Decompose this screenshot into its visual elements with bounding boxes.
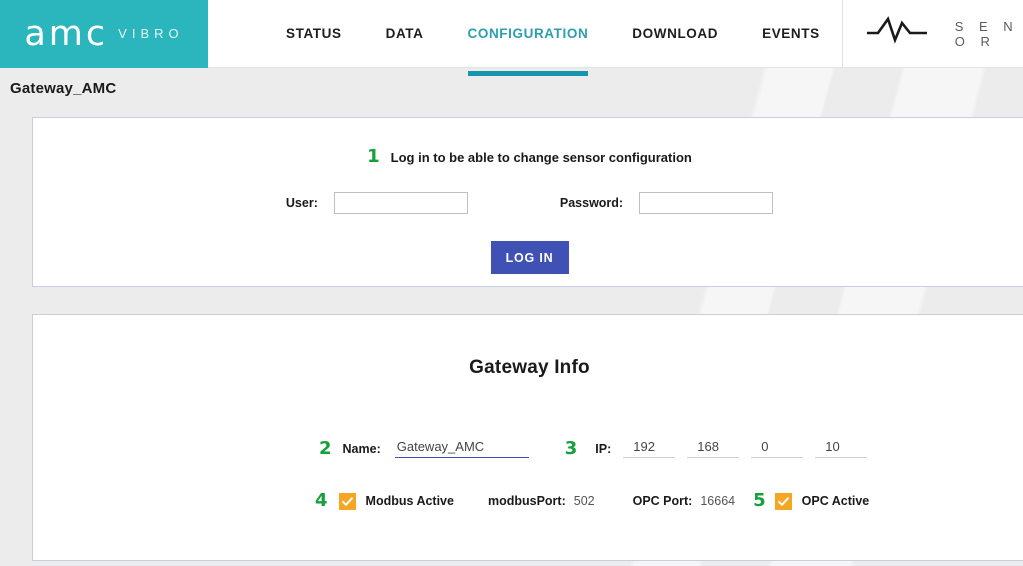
check-icon (341, 496, 353, 506)
annotation-marker-2: 2 (319, 437, 332, 459)
gateway-info-title: Gateway Info (469, 357, 590, 378)
nav-item-configuration[interactable]: CONFIGURATION (446, 0, 611, 76)
annotation-marker-3: 3 (564, 437, 578, 459)
gateway-ip-label: IP: (595, 441, 612, 456)
main-navigation: STATUS DATA CONFIGURATION DOWNLOAD EVENT… (208, 0, 842, 76)
ip-octet-3-input[interactable] (751, 439, 804, 458)
modbus-active-checkbox[interactable] (338, 492, 356, 510)
nav-item-events[interactable]: EVENTS (740, 0, 842, 68)
login-headline-row: 1 Log in to be able to change sensor con… (33, 148, 1023, 166)
logo-sub-text: VIBRO (118, 25, 184, 41)
waveform-icon (865, 14, 937, 53)
gateway-info-panel: Gateway Info 2 Name: 3 IP: 4 Modbus Acti… (32, 314, 1023, 561)
gateway-protocol-row: 4 Modbus Active modbusPort: 502 OPC Port… (33, 492, 1023, 510)
opc-port-value: 16664 (700, 494, 736, 508)
ip-octet-4-input[interactable] (815, 439, 868, 458)
annotation-marker-4: 4 (315, 490, 328, 511)
modbus-port-label: modbusPort: (487, 494, 566, 508)
modbus-port-value: 502 (573, 494, 595, 508)
modbus-active-label: Modbus Active (365, 494, 454, 508)
user-input[interactable] (333, 192, 468, 214)
nav-item-data[interactable]: DATA (364, 0, 446, 68)
ip-octet-2-input[interactable] (687, 439, 740, 458)
nav-item-download[interactable]: DOWNLOAD (610, 0, 740, 68)
annotation-marker-1: 1 (367, 146, 380, 167)
annotation-marker-5: 5 (753, 490, 766, 511)
gateway-name-ip-row: 2 Name: 3 IP: (33, 439, 1023, 458)
sensor-logo: S E N S O R (841, 0, 1023, 67)
password-label: Password: (559, 196, 624, 210)
login-button-row: LOG IN (33, 241, 1023, 274)
check-icon (777, 496, 789, 506)
opc-active-label: OPC Active (801, 494, 870, 508)
password-input[interactable] (639, 192, 774, 214)
gateway-name-input[interactable] (394, 439, 529, 458)
sensor-logo-text: S E N S O R (954, 18, 1023, 49)
app-header: amc VIBRO STATUS DATA CONFIGURATION DOWN… (0, 0, 1023, 76)
user-label: User: (285, 196, 318, 210)
page-title: Gateway_AMC (10, 80, 117, 97)
logo-brand-text: amc (24, 13, 109, 54)
opc-active-checkbox[interactable] (774, 492, 792, 510)
login-button[interactable]: LOG IN (490, 241, 569, 274)
login-headline-text: Log in to be able to change sensor confi… (390, 149, 692, 165)
ip-octet-1-input[interactable] (623, 439, 676, 458)
login-fields-row: User: Password: (33, 192, 1023, 214)
nav-item-status[interactable]: STATUS (264, 0, 364, 68)
login-panel: 1 Log in to be able to change sensor con… (32, 117, 1023, 287)
amc-vibro-logo[interactable]: amc VIBRO (0, 0, 208, 68)
opc-port-label: OPC Port: (632, 494, 693, 508)
gateway-name-label: Name: (342, 441, 381, 456)
